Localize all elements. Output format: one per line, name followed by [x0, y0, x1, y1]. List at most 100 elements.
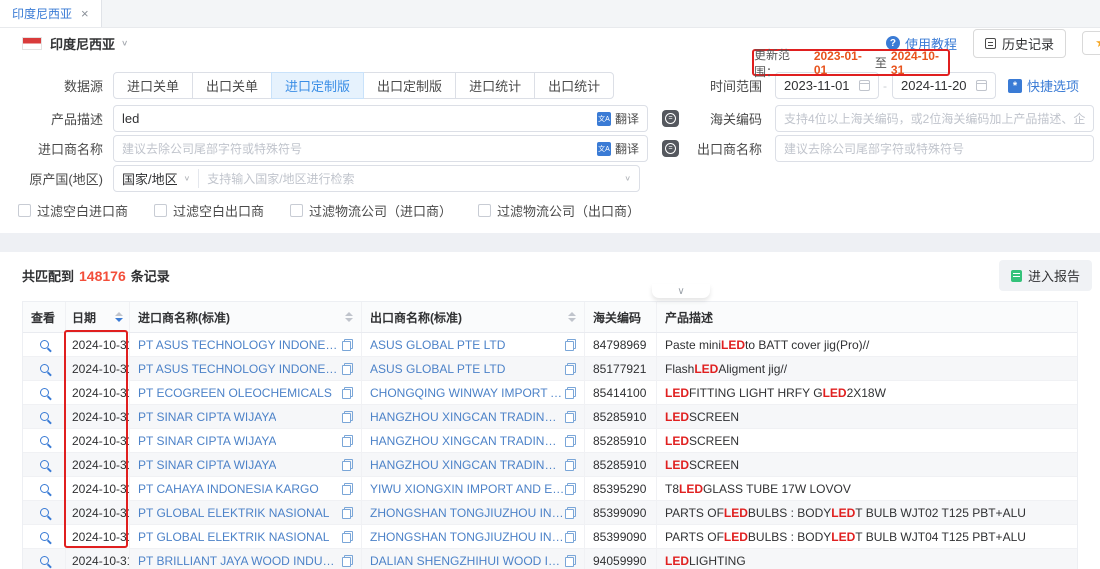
copy-icon[interactable]: [565, 555, 576, 566]
importer-link[interactable]: PT ECOGREEN OLEOCHEMICALS: [138, 386, 332, 400]
collapse-filter-handle[interactable]: ∨: [652, 284, 710, 298]
copy-icon[interactable]: [342, 507, 353, 518]
exporter-field[interactable]: [775, 135, 1094, 162]
date-start-field[interactable]: [775, 72, 879, 99]
chevron-down-icon[interactable]: ∨: [121, 39, 128, 48]
close-icon[interactable]: ×: [81, 6, 89, 21]
sort-icon-date[interactable]: [115, 312, 123, 322]
date-end-field[interactable]: [892, 72, 996, 99]
product-input[interactable]: [122, 111, 597, 126]
favorite-button[interactable]: ★: [1082, 31, 1100, 55]
copy-icon[interactable]: [565, 507, 576, 518]
row-hscode: 85177921: [585, 357, 657, 380]
origin-field[interactable]: 国家/地区 ∨ ∨: [113, 165, 640, 192]
translate-button[interactable]: 文A 翻译: [597, 140, 639, 157]
row-date: 2024-10-31: [66, 501, 130, 524]
checkbox-icon[interactable]: [478, 204, 491, 217]
copy-icon[interactable]: [565, 459, 576, 470]
view-detail-icon[interactable]: [40, 508, 49, 517]
tutorial-link[interactable]: ? 使用教程: [886, 34, 957, 53]
checkbox-filter-logistics-exporter[interactable]: 过滤物流公司（出口商）: [478, 201, 640, 220]
copy-icon[interactable]: [342, 387, 353, 398]
enter-report-button[interactable]: 进入报告: [999, 260, 1092, 291]
calendar-icon: [976, 80, 987, 91]
copy-icon[interactable]: [342, 363, 353, 374]
exporter-link[interactable]: ASUS GLOBAL PTE LTD: [370, 338, 505, 352]
exporter-link[interactable]: YIWU XIONGXIN IMPORT AND EXPORT...: [370, 482, 565, 496]
date-end-input[interactable]: [901, 78, 976, 93]
exporter-link[interactable]: HANGZHOU XINGCAN TRADING CO LTD: [370, 458, 565, 472]
view-detail-icon[interactable]: [40, 412, 49, 421]
sort-icon-importer[interactable]: [345, 312, 353, 322]
checkbox-icon[interactable]: [290, 204, 303, 217]
view-detail-icon[interactable]: [40, 364, 49, 373]
tab-export-custom-edition[interactable]: 出口定制版: [363, 72, 456, 99]
copy-icon[interactable]: [565, 411, 576, 422]
quick-options-link[interactable]: * 快捷选项: [1008, 76, 1079, 95]
exporter-link[interactable]: ZHONGSHAN TONGJIUZHOU INTERNA...: [370, 506, 565, 520]
copy-icon[interactable]: [342, 459, 353, 470]
exporter-link[interactable]: CHONGQING WINWAY IMPORT AND E...: [370, 386, 565, 400]
exporter-link[interactable]: DALIAN SHENGZHIHUI WOOD INDUST...: [370, 554, 565, 568]
view-detail-icon[interactable]: [40, 532, 49, 541]
importer-link[interactable]: PT SINAR CIPTA WIJAYA: [138, 458, 276, 472]
importer-link[interactable]: PT CAHAYA INDONESIA KARGO: [138, 482, 319, 496]
copy-icon[interactable]: [565, 339, 576, 350]
copy-icon[interactable]: [342, 531, 353, 542]
header-importer[interactable]: 进口商名称(标准): [130, 302, 362, 332]
checkbox-filter-logistics-importer[interactable]: 过滤物流公司（进口商）: [290, 201, 452, 220]
exporter-link[interactable]: ASUS GLOBAL PTE LTD: [370, 362, 505, 376]
view-detail-icon[interactable]: [40, 556, 49, 565]
view-detail-icon[interactable]: [40, 436, 49, 445]
tab-import-customs[interactable]: 进口关单: [113, 72, 193, 99]
view-detail-icon[interactable]: [40, 340, 49, 349]
copy-icon[interactable]: [342, 435, 353, 446]
product-field[interactable]: 文A 翻译: [113, 105, 648, 132]
exporter-link[interactable]: HANGZHOU XINGCAN TRADING CO LTD: [370, 434, 565, 448]
checkbox-filter-blank-importer[interactable]: 过滤空白进口商: [18, 201, 128, 220]
importer-link[interactable]: PT ASUS TECHNOLOGY INDONESIA BA...: [138, 338, 342, 352]
tab-export-stats[interactable]: 出口统计: [534, 72, 614, 99]
origin-search-input[interactable]: [207, 171, 624, 186]
history-button[interactable]: 历史记录: [973, 29, 1066, 58]
copy-icon[interactable]: [565, 387, 576, 398]
date-start-input[interactable]: [784, 78, 859, 93]
importer-link[interactable]: PT SINAR CIPTA WIJAYA: [138, 434, 276, 448]
copy-icon[interactable]: [342, 339, 353, 350]
header-date[interactable]: 日期: [66, 302, 130, 332]
view-detail-icon[interactable]: [40, 460, 49, 469]
importer-field[interactable]: 文A 翻译: [113, 135, 648, 162]
copy-icon[interactable]: [342, 483, 353, 494]
tab-import-custom-edition[interactable]: 进口定制版: [271, 72, 364, 99]
header-exporter[interactable]: 出口商名称(标准): [362, 302, 585, 332]
origin-type-select[interactable]: 国家/地区 ∨: [122, 169, 199, 188]
checkbox-icon[interactable]: [154, 204, 167, 217]
importer-link[interactable]: PT GLOBAL ELEKTRIK NASIONAL: [138, 506, 329, 520]
copy-icon[interactable]: [565, 363, 576, 374]
importer-link[interactable]: PT BRILLIANT JAYA WOOD INDUSTRY: [138, 554, 342, 568]
view-detail-icon[interactable]: [40, 484, 49, 493]
tab-import-stats[interactable]: 进口统计: [455, 72, 535, 99]
exporter-input[interactable]: [784, 141, 1085, 156]
sort-icon-exporter[interactable]: [568, 312, 576, 322]
importer-link[interactable]: PT GLOBAL ELEKTRIK NASIONAL: [138, 530, 329, 544]
exporter-link[interactable]: HANGZHOU XINGCAN TRADING CO LTD: [370, 410, 565, 424]
copy-icon[interactable]: [565, 435, 576, 446]
copy-icon[interactable]: [342, 555, 353, 566]
tab-export-customs[interactable]: 出口关单: [192, 72, 272, 99]
importer-input[interactable]: [122, 141, 597, 156]
checkbox-filter-blank-exporter[interactable]: 过滤空白出口商: [154, 201, 264, 220]
translate-button[interactable]: 文A 翻译: [597, 110, 639, 127]
checkbox-icon[interactable]: [18, 204, 31, 217]
hscode-field[interactable]: [775, 105, 1094, 132]
view-detail-icon[interactable]: [40, 388, 49, 397]
hscode-input[interactable]: [784, 111, 1085, 126]
history-icon: [985, 38, 996, 49]
tab-indonesia[interactable]: 印度尼西亚 ×: [0, 0, 102, 27]
importer-link[interactable]: PT SINAR CIPTA WIJAYA: [138, 410, 276, 424]
copy-icon[interactable]: [342, 411, 353, 422]
exporter-link[interactable]: ZHONGSHAN TONGJIUZHOU INTERNA...: [370, 530, 565, 544]
copy-icon[interactable]: [565, 483, 576, 494]
copy-icon[interactable]: [565, 531, 576, 542]
importer-link[interactable]: PT ASUS TECHNOLOGY INDONESIA BA...: [138, 362, 342, 376]
